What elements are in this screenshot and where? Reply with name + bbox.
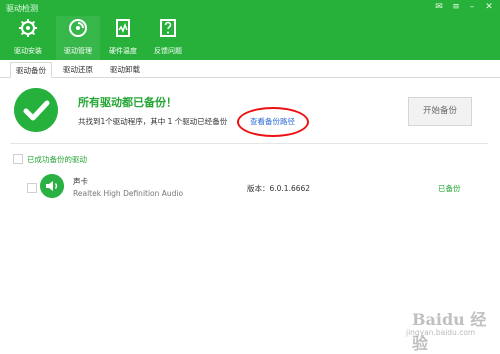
tab-driver-backup[interactable]: 驱动备份: [10, 62, 52, 78]
driver-version: 版本：6.0.1.6662: [247, 184, 311, 193]
watermark-url: jingyan.baidu.com: [406, 328, 476, 337]
watermark: Baidu 经验 jingyan.baidu.com: [392, 304, 488, 353]
tab-driver-restore[interactable]: 驱动还原: [58, 62, 98, 77]
section-title: 已成功备份的驱动: [27, 155, 87, 164]
gear-icon: [19, 19, 37, 37]
toolbar-feedback[interactable]: 反馈问题: [146, 16, 190, 60]
speaker-icon: [40, 174, 64, 198]
minimize-icon[interactable]: –: [466, 2, 478, 12]
checkmark-icon: [14, 88, 58, 132]
toolbar-driver-install[interactable]: 驱动安装: [6, 16, 50, 60]
app-title: 驱动检测: [6, 4, 38, 13]
close-icon[interactable]: ✕: [483, 2, 495, 12]
driver-description: Realtek High Definition Audio: [73, 189, 184, 198]
menu-icon[interactable]: ≡: [450, 2, 462, 12]
divider: [10, 143, 488, 144]
status-summary: 共找到1个驱动程序，其中 1 个驱动已经备份: [78, 117, 228, 126]
toolbar-driver-manage[interactable]: 驱动管理: [56, 16, 100, 60]
status-title: 所有驱动都已备份！: [78, 96, 177, 109]
toolbar-label: 驱动安装: [14, 47, 42, 55]
section-checkbox[interactable]: [13, 154, 23, 164]
toolbar-label: 硬件温度: [109, 47, 137, 55]
toolbar-label: 反馈问题: [154, 47, 182, 55]
driver-row-checkbox[interactable]: [27, 183, 37, 193]
driver-status: 已备份: [438, 184, 461, 193]
drive-manage-icon: [69, 19, 87, 37]
highlight-ellipse: [237, 107, 309, 137]
driver-name: 声卡: [73, 177, 88, 186]
temperature-icon: [116, 19, 130, 37]
toolbar-hardware-temp[interactable]: 硬件温度: [101, 16, 145, 60]
question-icon: [160, 19, 176, 37]
message-icon[interactable]: ✉: [433, 2, 445, 12]
toolbar-label: 驱动管理: [64, 47, 92, 55]
tab-driver-uninstall[interactable]: 驱动卸载: [105, 62, 145, 77]
start-backup-button[interactable]: 开始备份: [408, 97, 472, 126]
